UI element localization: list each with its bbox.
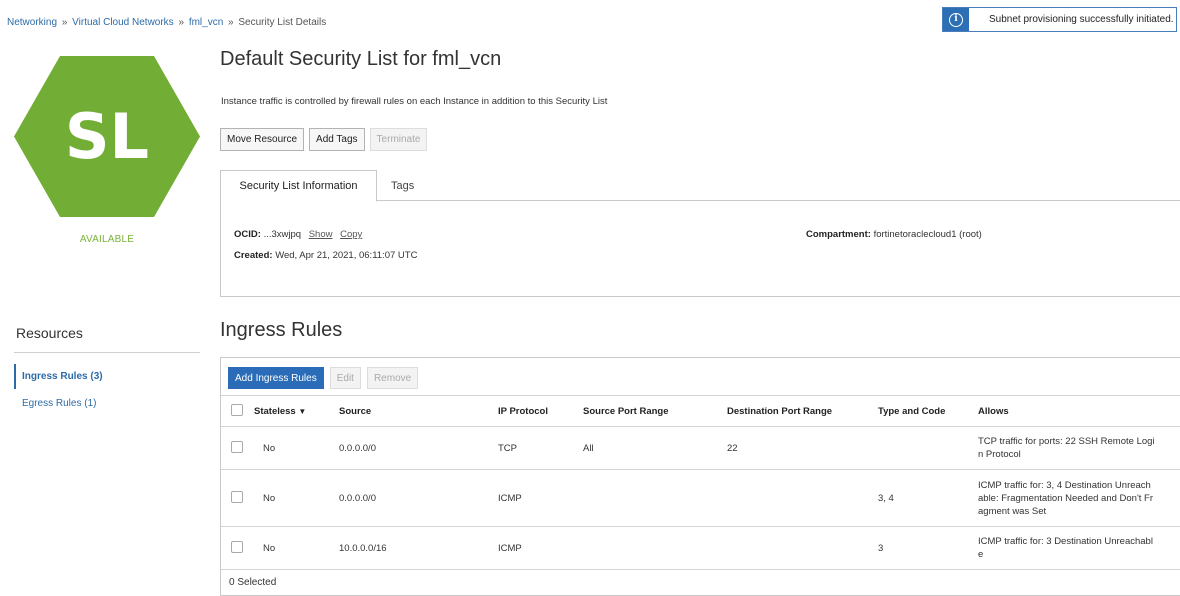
cell-source-port-range — [576, 526, 719, 570]
edit-button[interactable]: Edit — [329, 367, 361, 389]
cell-stateless: No — [254, 426, 331, 470]
page-description: Instance traffic is controlled by firewa… — [221, 96, 608, 107]
divider — [14, 352, 200, 353]
cell-ip-protocol: ICMP — [491, 526, 576, 570]
add-tags-button[interactable]: Add Tags — [309, 128, 365, 151]
sidebar-item-ingress-rules[interactable]: Ingress Rules (3) — [14, 364, 103, 389]
cell-type-and-code: 3 — [869, 526, 971, 570]
terminate-button[interactable]: Terminate — [369, 128, 428, 151]
breadcrumb-separator: » — [61, 17, 68, 28]
cell-source-port-range: All — [576, 426, 719, 470]
move-resource-button[interactable]: Move Resource — [220, 128, 305, 151]
table-row: No 0.0.0.0/0 ICMP 3, 4 ICMP traffic for:… — [221, 469, 1180, 527]
breadcrumb-current: Security List Details — [238, 17, 327, 28]
resources-heading: Resources — [16, 325, 83, 341]
column-label: Stateless — [254, 405, 296, 417]
cell-source: 0.0.0.0/0 — [331, 469, 491, 527]
info-icon: i — [943, 8, 969, 31]
table-row: No 10.0.0.0/16 ICMP 3 ICMP traffic for: … — [221, 526, 1180, 570]
breadcrumb-networking[interactable]: Networking — [7, 17, 57, 28]
created-label: Created: — [234, 250, 273, 261]
table-action-bar: Add Ingress Rules Edit Remove — [228, 367, 419, 389]
allows-line: TCP traffic for ports: 22 SSH Remote Log… — [978, 436, 1155, 447]
sort-down-icon: ▼ — [298, 406, 307, 416]
sidebar-item-egress-rules[interactable]: Egress Rules (1) — [14, 398, 96, 409]
selection-count: 0 Selected — [229, 577, 277, 588]
add-ingress-rules-button[interactable]: Add Ingress Rules — [228, 367, 324, 389]
page-title: Default Security List for fml_vcn — [220, 48, 502, 70]
cell-source-port-range — [576, 469, 719, 527]
allows-line: e — [978, 549, 984, 561]
compartment-value: fortinetoraclecloud1 (root) — [873, 229, 982, 240]
allows-line: able: Fragmentation Needed and Don't Fr — [978, 492, 1154, 504]
cell-ip-protocol: TCP — [491, 426, 576, 470]
row-checkbox[interactable] — [231, 540, 243, 553]
info-panel: OCID: ...3xwjpq Show Copy Created: Wed, … — [220, 200, 1180, 297]
created-value: Wed, Apr 21, 2021, 06:11:07 UTC — [275, 250, 418, 261]
status-badge: AVAILABLE — [79, 234, 135, 245]
action-bar: Move Resource Add Tags Terminate — [220, 128, 428, 151]
notification-toast[interactable]: i Subnet provisioning successfully initi… — [942, 7, 1177, 32]
column-header-type-and-code: Type and Code — [869, 395, 971, 427]
ingress-rules-table: Add Ingress Rules Edit Remove Stateless … — [220, 357, 1180, 596]
compartment-row: Compartment: fortinetoraclecloud1 (root) — [806, 229, 982, 240]
ocid-label: OCID: — [234, 229, 261, 240]
cell-destination-port-range — [719, 526, 869, 570]
column-header-destination-port-range: Destination Port Range — [719, 395, 869, 427]
column-header-stateless[interactable]: Stateless ▼ — [254, 395, 331, 427]
select-all-checkbox[interactable] — [231, 403, 243, 416]
cell-stateless: No — [254, 526, 331, 570]
rules-table: Stateless ▼ Source IP Protocol Source Po… — [221, 395, 1180, 570]
row-checkbox[interactable] — [231, 490, 243, 503]
security-list-hexagon-icon: SL — [14, 56, 200, 217]
cell-allows: TCP traffic for ports: 22 SSH Remote Log… — [971, 426, 1180, 470]
table-header-row: Stateless ▼ Source IP Protocol Source Po… — [221, 395, 1180, 427]
ocid-value: ...3xwjpq — [263, 229, 302, 240]
cell-source: 0.0.0.0/0 — [331, 426, 491, 470]
breadcrumb-vcns[interactable]: Virtual Cloud Networks — [72, 17, 174, 28]
breadcrumb-separator: » — [178, 17, 185, 28]
table-row: No 0.0.0.0/0 TCP All 22 TCP traffic for … — [221, 426, 1180, 470]
cell-ip-protocol: ICMP — [491, 469, 576, 527]
breadcrumb-separator: » — [228, 17, 234, 28]
cell-type-and-code: 3, 4 — [869, 469, 971, 527]
cell-destination-port-range: 22 — [719, 426, 869, 470]
allows-line: n Protocol — [978, 449, 1021, 460]
column-header-source-port-range: Source Port Range — [576, 395, 719, 427]
cell-allows: ICMP traffic for: 3 Destination Unreacha… — [971, 526, 1180, 570]
tab-security-list-information[interactable]: Security List Information — [220, 170, 377, 202]
allows-line: ICMP traffic for: 3, 4 Destination Unrea… — [978, 479, 1151, 491]
cell-destination-port-range — [719, 469, 869, 527]
created-row: Created: Wed, Apr 21, 2021, 06:11:07 UTC — [234, 250, 417, 261]
breadcrumb: Networking » Virtual Cloud Networks » fm… — [7, 17, 326, 28]
breadcrumb-vcn[interactable]: fml_vcn — [189, 17, 223, 28]
ocid-show-link[interactable]: Show — [309, 229, 333, 240]
resource-initials: SL — [65, 100, 149, 173]
tab-tags[interactable]: Tags — [391, 170, 431, 201]
detail-tabs: Security List Information Tags — [220, 170, 1180, 202]
column-header-source: Source — [331, 395, 491, 427]
cell-type-and-code — [869, 426, 971, 470]
ocid-row: OCID: ...3xwjpq Show Copy — [234, 229, 362, 240]
allows-line: agment was Set — [978, 505, 1047, 517]
section-title: Ingress Rules — [220, 319, 343, 341]
compartment-label: Compartment: — [806, 229, 871, 240]
remove-button[interactable]: Remove — [366, 367, 419, 389]
toast-message: Subnet provisioning successfully initiat… — [989, 14, 1174, 25]
cell-allows: ICMP traffic for: 3, 4 Destination Unrea… — [971, 469, 1180, 527]
row-checkbox[interactable] — [231, 440, 243, 453]
column-header-ip-protocol: IP Protocol — [491, 395, 576, 427]
cell-stateless: No — [254, 469, 331, 527]
allows-line: ICMP traffic for: 3 Destination Unreacha… — [978, 536, 1153, 548]
divider — [221, 569, 1180, 570]
cell-source: 10.0.0.0/16 — [331, 526, 491, 570]
column-header-allows: Allows — [971, 395, 1180, 427]
ocid-copy-link[interactable]: Copy — [340, 229, 362, 240]
